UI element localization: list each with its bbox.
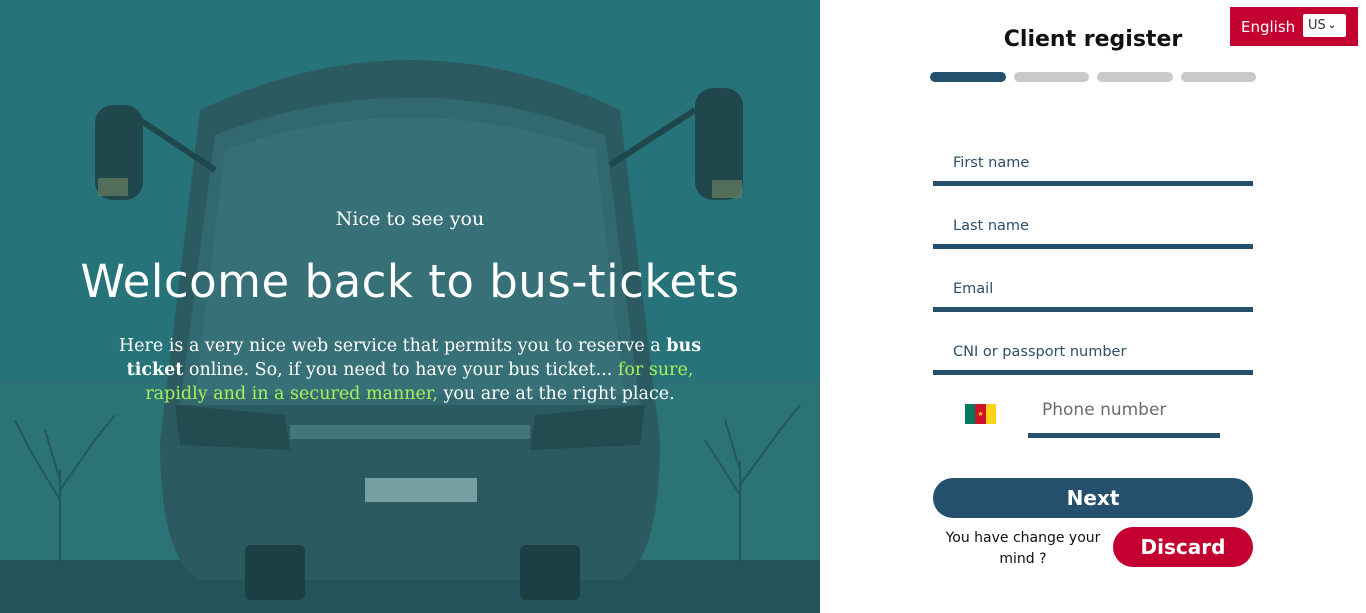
change-mind-text: You have change your mind ? [945,530,1101,567]
language-selected-value: US [1308,18,1326,33]
step-indicator-3 [1097,72,1173,82]
hero-text-part3: you are at the right place. [437,384,675,404]
last-name-field-wrapper [933,203,1253,249]
step-indicator-1 [930,72,1006,82]
form-title: Client register [1003,27,1183,52]
hero-description: Here is a very nice web service that per… [108,334,712,406]
step-indicator-2 [1013,72,1089,82]
cameroon-flag-icon[interactable]: ★ [965,404,996,424]
id-number-input[interactable] [933,329,1253,370]
hero-section: Nice to see you Welcome back to bus-tick… [0,0,820,613]
hero-text-part2: online. So, if you need to have your bus… [183,360,618,380]
id-number-field-wrapper [933,329,1253,375]
language-dropdown[interactable]: US ⌄ [1303,14,1346,37]
next-button[interactable]: Next [933,478,1253,518]
hero-text-part1: Here is a very nice web service that per… [118,336,667,356]
hero-subtitle: Nice to see you [335,208,485,230]
first-name-input[interactable] [933,140,1253,181]
step-indicator-4 [1180,72,1256,82]
first-name-field-wrapper [933,140,1253,186]
phone-field-wrapper [1028,392,1220,438]
last-name-input[interactable] [933,203,1253,244]
step-progress [930,72,1256,82]
discard-button[interactable]: Discard [1113,527,1253,567]
hero-title: Welcome back to bus-tickets [80,255,740,308]
chevron-down-icon: ⌄ [1327,20,1337,31]
phone-number-input[interactable] [1028,392,1220,433]
email-input[interactable] [933,266,1253,307]
email-field-wrapper [933,266,1253,312]
